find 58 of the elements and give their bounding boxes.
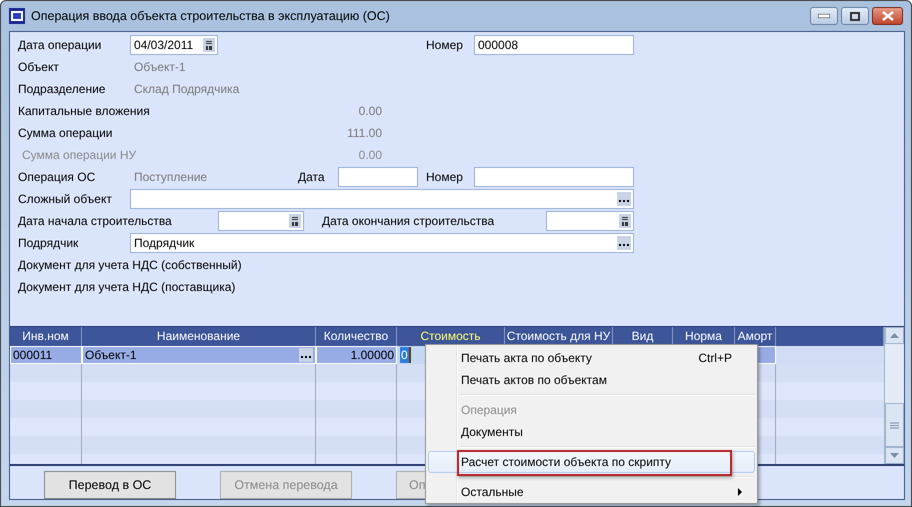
field-label: Сложный объект [18, 192, 113, 206]
maximize-icon [850, 12, 860, 20]
menu-item[interactable]: Расчет стоимости объекта по скрипту [428, 451, 755, 473]
field-label: Дата окончания строительства [322, 214, 496, 228]
menu-item[interactable]: Остальные [428, 481, 755, 503]
section-label: Документ для учета НДС (поставщика) [18, 280, 236, 294]
date-field[interactable]: 04/03/2011 [130, 35, 218, 55]
field-label: Подразделение [18, 82, 106, 96]
table-cell: 000011 [10, 346, 82, 364]
ellipsis-icon[interactable] [299, 348, 313, 362]
close-icon [882, 11, 894, 21]
shortcut-text: Ctrl+P [698, 351, 733, 365]
scroll-thumb[interactable] [885, 403, 904, 447]
date-field[interactable] [546, 211, 634, 231]
calendar-icon[interactable] [203, 38, 215, 52]
field-label: Сумма операции НУ [21, 148, 138, 162]
field-value: Склад Подрядчика [134, 82, 240, 96]
date-field[interactable] [218, 211, 304, 231]
field-label: Сумма операции [18, 126, 114, 140]
field-label: Дата [298, 170, 326, 184]
number-field[interactable] [474, 167, 634, 187]
calendar-icon[interactable] [289, 214, 301, 228]
submenu-arrow-icon [738, 488, 742, 496]
field-label: Подрядчик [18, 236, 80, 250]
minimize-button[interactable] [810, 7, 838, 25]
table-cell: Объект-1 [82, 346, 316, 364]
lookup-field[interactable] [130, 189, 634, 209]
lookup-field[interactable]: Подрядчик [130, 233, 634, 253]
amount-value: 111.00 [346, 126, 382, 140]
field-label: Дата начала строительства [18, 214, 173, 228]
field-value: Поступление [134, 170, 208, 184]
table-cell: 1.00000 [316, 346, 397, 364]
field-value: Объект-1 [134, 60, 186, 74]
menu-item[interactable]: Печать актов по объектам [428, 369, 755, 391]
field-label: Дата операции [18, 38, 102, 52]
close-button[interactable] [872, 7, 903, 25]
calendar-icon[interactable] [619, 214, 631, 228]
field-label: Номер [426, 170, 464, 184]
menu-item[interactable]: Печать акта по объекту Ctrl+P [428, 347, 755, 369]
amount-value: 0.00 [358, 148, 382, 162]
amount-value: 0.00 [358, 104, 382, 118]
menu-item[interactable]: Документы [428, 421, 755, 443]
field-label: Номер [426, 38, 464, 52]
number-field[interactable]: 000008 [474, 35, 634, 55]
minimize-icon [818, 14, 830, 18]
scroll-down-icon[interactable] [885, 447, 904, 464]
window-title: Операция ввода объекта строительства в эксплуатацию (ОС) [31, 9, 390, 23]
field-label: Капитальные вложения [18, 104, 151, 118]
app-icon [9, 8, 25, 24]
scroll-up-icon[interactable] [885, 327, 904, 344]
date-field[interactable] [338, 167, 418, 187]
ellipsis-icon[interactable] [617, 192, 631, 206]
ellipsis-icon[interactable] [617, 236, 631, 250]
field-label: Объект [18, 60, 60, 74]
field-label: Операция ОС [18, 170, 96, 184]
maximize-button[interactable] [841, 7, 869, 25]
section-label: Документ для учета НДС (собственный) [18, 258, 242, 272]
action-button[interactable]: Перевод в ОС [44, 471, 176, 499]
